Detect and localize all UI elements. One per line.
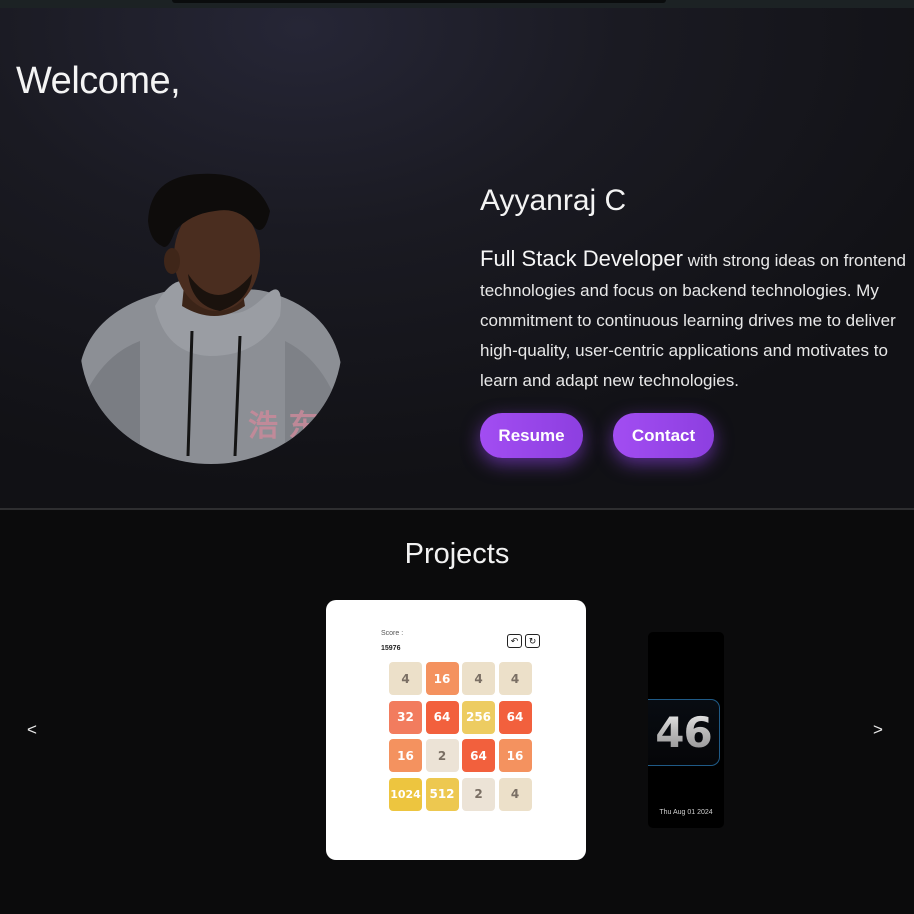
profile-name: Ayyanraj C bbox=[480, 184, 627, 217]
game-tile: 16 bbox=[425, 662, 459, 695]
section-divider bbox=[0, 508, 914, 510]
game-tile: 2 bbox=[462, 777, 495, 811]
game-tile: 256 bbox=[462, 700, 495, 734]
bio-description: with strong ideas on frontend technologi… bbox=[480, 251, 907, 390]
score-label: Score : bbox=[381, 630, 404, 637]
clock-date: Thu Aug 01 2024 bbox=[659, 809, 713, 816]
game-tile: 64 bbox=[425, 700, 459, 734]
clock-display: 46 bbox=[648, 699, 720, 766]
projects-heading: Projects bbox=[404, 538, 510, 570]
game-board: 4 16 4 4 32 64 256 64 16 2 64 16 1024 512 2 4 bbox=[389, 662, 533, 814]
bio-text: Full Stack Developer with strong ideas o… bbox=[480, 244, 914, 396]
project-card-clock[interactable]: 46 Thu Aug 01 2024 bbox=[648, 632, 724, 828]
game-tile: 4 bbox=[389, 662, 422, 695]
score-value: 15976 bbox=[381, 645, 401, 652]
svg-text:浩 东: 浩 东 bbox=[248, 409, 318, 444]
top-bar bbox=[0, 0, 914, 8]
top-bar-pill bbox=[172, 0, 666, 3]
game-tile: 64 bbox=[498, 700, 532, 734]
game-tile: 4 bbox=[498, 662, 532, 695]
welcome-heading: Welcome, bbox=[16, 60, 181, 102]
game-tile: 1024 bbox=[389, 777, 422, 811]
game-tile: 64 bbox=[462, 739, 495, 772]
game-tile: 4 bbox=[498, 777, 532, 811]
profile-photo-icon: 浩 东 bbox=[80, 173, 342, 464]
game-tile: 2 bbox=[425, 739, 459, 772]
project-card-2048[interactable]: Score : 15976 ↶ ↻ 4 16 4 4 32 64 256 64 16 2 64 16 1… bbox=[326, 600, 586, 860]
contact-button[interactable]: Contact bbox=[613, 413, 714, 458]
avatar: 浩 东 bbox=[80, 156, 342, 464]
role-title: Full Stack Developer bbox=[480, 246, 683, 271]
game-tile: 32 bbox=[389, 700, 422, 734]
clock-value: 46 bbox=[655, 708, 712, 757]
restart-icon[interactable]: ↻ bbox=[525, 634, 540, 648]
hero-section: Welcome, 浩 东 Ayyanraj C Full Stack Devel… bbox=[0, 8, 914, 509]
game-tile: 16 bbox=[389, 739, 422, 772]
game-tile: 16 bbox=[498, 739, 532, 772]
carousel-prev-button[interactable]: < bbox=[22, 720, 42, 740]
game-tile: 4 bbox=[462, 662, 495, 695]
carousel-next-button[interactable]: > bbox=[868, 720, 888, 740]
game-tile: 512 bbox=[425, 777, 459, 811]
resume-button[interactable]: Resume bbox=[480, 413, 583, 458]
undo-icon[interactable]: ↶ bbox=[507, 634, 522, 648]
